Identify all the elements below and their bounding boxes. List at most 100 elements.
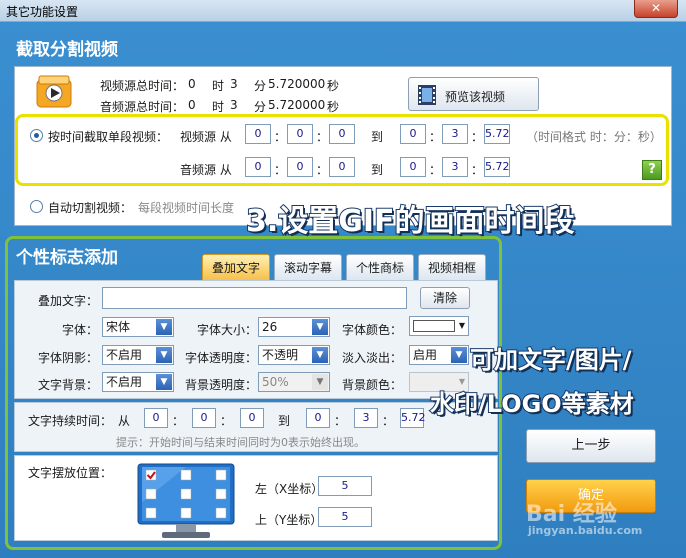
audio-to-m-input[interactable]: 3 (442, 157, 468, 177)
video-total-m: 3 (230, 77, 238, 91)
shadow-select[interactable]: 不启用 ▼ (102, 345, 174, 365)
overlay-text-input[interactable] (102, 287, 407, 309)
video-from-m-input[interactable]: 0 (287, 124, 313, 144)
previous-step-button[interactable]: 上一步 (526, 429, 656, 463)
audio-total-label: 音频源总时间： (100, 100, 185, 114)
video-to-h-input[interactable]: 0 (400, 124, 426, 144)
font-size-value: 26 (262, 320, 278, 334)
audio-total-s-unit: 秒 (327, 100, 340, 114)
dropdown-arrow-icon: ▼ (312, 347, 328, 363)
video-total-m-unit: 分 (254, 79, 267, 93)
video-file-icon (36, 74, 72, 108)
baidu-watermark-url: jingyan.baidu.com (528, 524, 643, 537)
tab-overlay-text[interactable]: 叠加文字 (202, 254, 270, 280)
close-button[interactable]: ✕ (634, 0, 678, 18)
to-label: 到 (278, 414, 291, 428)
dropdown-arrow-icon: ▼ (156, 374, 172, 390)
segment-length-label: 每段视频时间长度 (138, 201, 235, 215)
text-bg-label: 文字背景： (38, 378, 99, 392)
auto-split-radio[interactable] (30, 200, 43, 213)
colon: ： (172, 414, 185, 428)
video-to-s-input[interactable]: 5.72 (484, 124, 510, 144)
video-src-label: 视频源 从 (180, 130, 232, 144)
colon: ： (429, 130, 442, 144)
shadow-label: 字体阴影： (38, 351, 99, 365)
position-label: 文字摆放位置： (28, 466, 113, 480)
single-segment-radio[interactable] (30, 129, 43, 142)
audio-total-m-unit: 分 (254, 100, 267, 114)
help-icon[interactable]: ? (642, 160, 662, 180)
opacity-select[interactable]: 不透明 ▼ (258, 345, 330, 365)
audio-from-h-input[interactable]: 0 (245, 157, 271, 177)
text-bg-select[interactable]: 不启用 ▼ (102, 372, 174, 392)
dur-to-h-input[interactable]: 0 (306, 408, 330, 428)
opacity-label: 字体透明度： (185, 351, 258, 365)
time-format-hint: （时间格式 时：分：秒） (526, 130, 662, 144)
dropdown-arrow-icon: ▼ (156, 347, 172, 363)
from-label: 从 (118, 414, 131, 428)
audio-total-s: 5.720000 (268, 98, 326, 112)
colon: ： (274, 163, 287, 177)
auto-split-label: 自动切割视频： (48, 201, 133, 215)
font-color-picker[interactable]: ▼ (409, 316, 469, 336)
font-size-select[interactable]: 26 ▼ (258, 317, 330, 337)
text-bg-value: 不启用 (106, 375, 143, 389)
dur-from-h-input[interactable]: 0 (144, 408, 168, 428)
preview-video-button[interactable]: 预览该视频 (408, 77, 539, 111)
window-title: 其它功能设置 (6, 5, 79, 19)
font-select[interactable]: 宋体 ▼ (102, 317, 174, 337)
video-from-s-input[interactable]: 0 (329, 124, 355, 144)
position-grid-monitor[interactable] (136, 462, 236, 544)
opacity-value: 不透明 (262, 348, 299, 362)
to-label: 到 (371, 163, 384, 177)
left-x-input[interactable]: 5 (318, 476, 372, 496)
preview-video-label: 预览该视频 (445, 90, 506, 104)
video-total-label: 视频源总时间： (100, 79, 185, 93)
audio-to-s-input[interactable]: 5.72 (484, 157, 510, 177)
logo-section-title: 个性标志添加 (16, 248, 118, 268)
cut-section-title: 截取分割视频 (16, 40, 118, 60)
colon: ： (316, 163, 329, 177)
tab-video-frame[interactable]: 视频相框 (418, 254, 486, 280)
dropdown-arrow-icon: ▼ (156, 319, 172, 335)
audio-total-h-unit: 时 (212, 100, 225, 114)
video-total-s: 5.720000 (268, 77, 326, 91)
audio-src-label: 音频源 从 (180, 163, 232, 177)
dropdown-arrow-icon: ▼ (458, 321, 466, 330)
audio-from-m-input[interactable]: 0 (287, 157, 313, 177)
colon: ： (382, 414, 395, 428)
dur-to-m-input[interactable]: 3 (354, 408, 378, 428)
tab-custom-logo[interactable]: 个性商标 (346, 254, 414, 280)
film-strip-icon (417, 84, 437, 106)
bg-opacity-select[interactable]: 50% ▼ (258, 372, 330, 392)
audio-from-s-input[interactable]: 0 (329, 157, 355, 177)
video-total-s-unit: 秒 (327, 79, 340, 93)
video-total-h-unit: 时 (212, 79, 225, 93)
bg-color-label: 背景颜色： (342, 378, 403, 392)
duration-label: 文字持续时间： (28, 414, 113, 428)
bg-opacity-label: 背景透明度： (185, 378, 258, 392)
annotation-material-line2: 水印/LOGO等素材 (429, 389, 635, 419)
annotation-material-line1: 可加文字/图片/ (469, 345, 633, 375)
colon: ： (316, 130, 329, 144)
shadow-value: 不启用 (106, 348, 143, 362)
clear-button[interactable]: 清除 (420, 287, 470, 309)
overlay-text-label: 叠加文字： (38, 294, 99, 308)
dur-to-s-input[interactable]: 5.72 (400, 408, 426, 428)
audio-to-h-input[interactable]: 0 (400, 157, 426, 177)
font-color-label: 字体颜色： (342, 323, 403, 337)
to-label: 到 (371, 130, 384, 144)
video-from-h-input[interactable]: 0 (245, 124, 271, 144)
video-to-m-input[interactable]: 3 (442, 124, 468, 144)
dur-from-s-input[interactable]: 0 (240, 408, 264, 428)
duration-hint: 提示：开始时间与结束时间同时为0表示始终出现。 (116, 436, 365, 449)
fade-label: 淡入淡出： (342, 351, 403, 365)
tab-scrolling-caption[interactable]: 滚动字幕 (274, 254, 342, 280)
font-value: 宋体 (106, 320, 131, 334)
audio-total-h: 0 (188, 98, 196, 112)
fade-select[interactable]: 启用 ▼ (409, 345, 469, 365)
dropdown-arrow-icon: ▼ (451, 347, 467, 363)
colon: ： (274, 130, 287, 144)
dur-from-m-input[interactable]: 0 (192, 408, 216, 428)
top-y-input[interactable]: 5 (318, 507, 372, 527)
